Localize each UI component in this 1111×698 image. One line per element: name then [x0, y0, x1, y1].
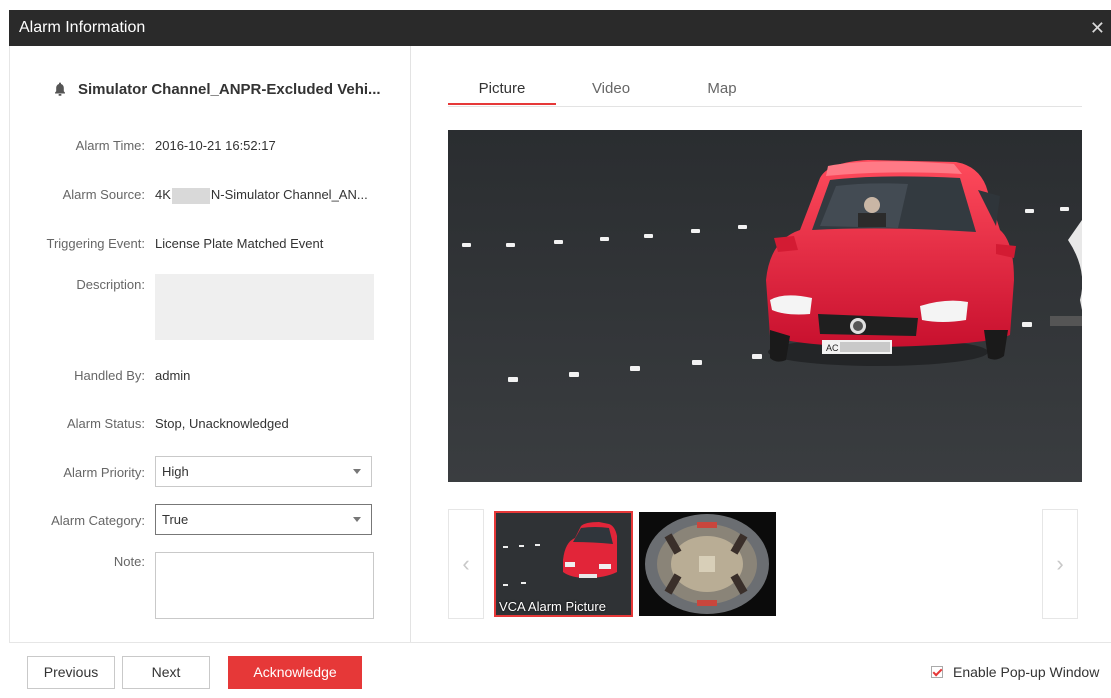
alarm-source-label: Alarm Source: [62, 187, 145, 202]
description-label: Description: [76, 277, 145, 292]
alarm-source-value: 4K N-Simulator Channel_AN... [155, 187, 368, 204]
active-tab-indicator [448, 103, 556, 105]
car-photo-image: AC [448, 130, 1082, 482]
alarm-priority-value: High [162, 464, 189, 479]
alarm-source-prefix: 4K [155, 187, 171, 202]
alarm-status-value: Stop, Unacknowledged [155, 416, 289, 431]
description-field [155, 274, 374, 340]
note-label: Note: [113, 554, 145, 569]
tab-picture[interactable]: Picture [448, 80, 556, 97]
alarm-category-value: True [162, 512, 189, 527]
chevron-left-icon: ‹ [462, 551, 470, 576]
acknowledge-button[interactable]: Acknowledge [228, 656, 362, 689]
alarm-category-label: Alarm Category: [51, 513, 145, 528]
alarm-information-dialog: Alarm Information ✕ Simulator Channel_AN… [0, 0, 1111, 698]
thumbnail-vca-alarm-picture[interactable]: VCA Alarm Picture [494, 511, 633, 617]
tab-video[interactable]: Video [556, 80, 666, 97]
alarm-priority-select[interactable]: High [155, 456, 372, 487]
svg-text:AC: AC [826, 343, 839, 353]
panel-divider [410, 46, 411, 642]
close-icon[interactable]: ✕ [1090, 10, 1105, 46]
alarm-picture: AC [448, 130, 1082, 482]
alarm-priority-label: Alarm Priority: [63, 465, 145, 480]
triggering-event-value: License Plate Matched Event [155, 236, 324, 251]
triggering-event-label: Triggering Event: [46, 236, 145, 251]
thumbnail-next-button[interactable]: › [1042, 509, 1078, 619]
alarm-time-label: Alarm Time: [75, 138, 145, 153]
alarm-status-label: Alarm Status: [66, 416, 145, 431]
chevron-right-icon: › [1056, 551, 1064, 576]
bell-icon [55, 82, 65, 96]
alarm-title: Simulator Channel_ANPR-Excluded Vehi... [78, 80, 381, 98]
alarm-header: Simulator Channel_ANPR-Excluded Vehi... [52, 79, 381, 99]
alarm-time-value: 2016-10-21 16:52:17 [155, 138, 276, 153]
redacted-block [171, 187, 210, 204]
enable-popup-checkbox[interactable] [931, 666, 943, 678]
thumbnail-fisheye-image [639, 512, 776, 616]
chevron-down-icon [353, 469, 361, 474]
previous-button[interactable]: Previous [27, 656, 115, 689]
next-button[interactable]: Next [122, 656, 210, 689]
note-textarea[interactable] [155, 552, 374, 619]
tab-map[interactable]: Map [666, 80, 778, 97]
enable-popup-option[interactable]: Enable Pop-up Window [931, 664, 1099, 680]
chevron-down-icon [353, 517, 361, 522]
alarm-source-suffix: N-Simulator Channel_AN... [210, 187, 368, 202]
thumbnail-fisheye[interactable] [639, 512, 776, 616]
thumbnail-label: VCA Alarm Picture [499, 599, 606, 614]
title-bar: Alarm Information ✕ [9, 10, 1111, 46]
handled-by-value: admin [155, 368, 191, 383]
window-title: Alarm Information [19, 19, 146, 36]
enable-popup-label: Enable Pop-up Window [953, 664, 1100, 680]
thumbnail-prev-button[interactable]: ‹ [448, 509, 484, 619]
alarm-category-select[interactable]: True [155, 504, 372, 535]
handled-by-label: Handled By: [74, 368, 145, 383]
